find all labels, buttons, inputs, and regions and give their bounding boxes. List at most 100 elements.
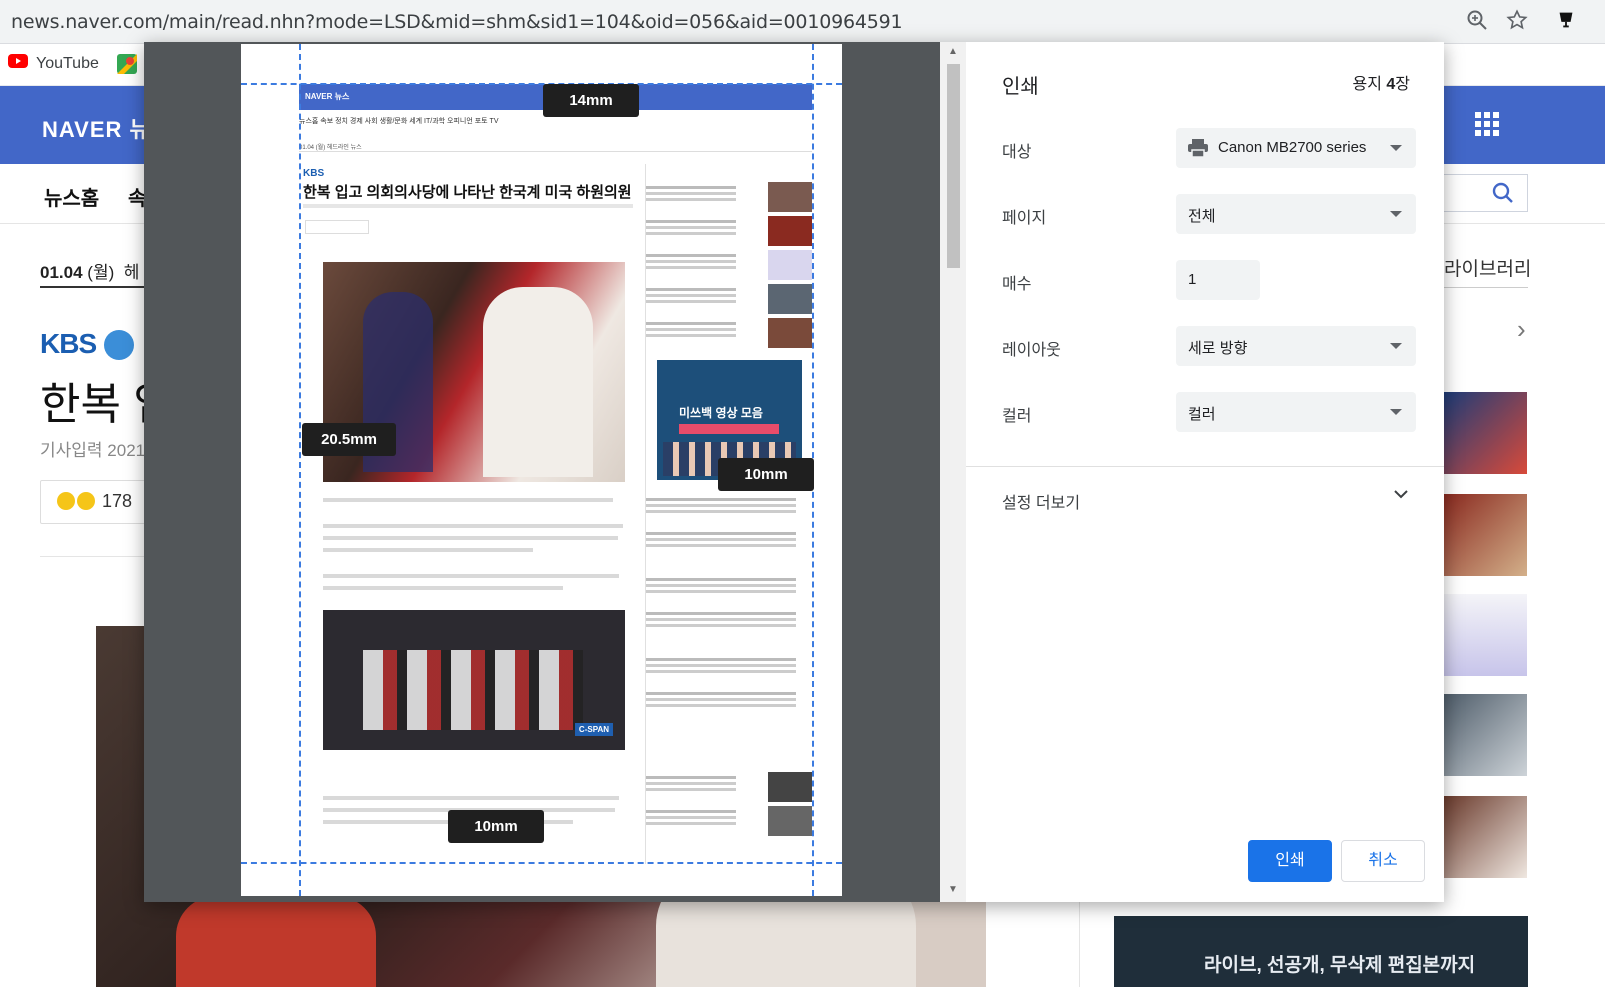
headline-date: 01.04 (월) 헤 (40, 258, 139, 283)
print-dialog: NAVER 뉴스 뉴스홈 속보 정치 경제 사회 생활/문화 세계 IT/과학 … (144, 42, 1444, 902)
pages-label: 페이지 (1002, 210, 1047, 227)
divider (40, 556, 146, 557)
banner-text: 라이브, 선공개, 무삭제 편집본까지 (1204, 955, 1476, 976)
layout-label: 레이아웃 (1002, 342, 1061, 359)
scroll-down-icon[interactable]: ▼ (948, 884, 958, 895)
scrollbar-thumb[interactable] (947, 64, 960, 268)
mini-title: 한복 입고 의회의사당에 나타난 한국계 미국 하원의원 (303, 184, 632, 201)
search-input[interactable] (1440, 174, 1528, 212)
print-preview[interactable]: NAVER 뉴스 뉴스홈 속보 정치 경제 사회 생활/문화 세계 IT/과학 … (144, 42, 966, 902)
bookmark-maps[interactable] (117, 54, 137, 79)
more-settings-toggle[interactable]: 설정 더보기 (1002, 489, 1080, 513)
mini-reactions (305, 220, 369, 234)
naver-logo[interactable]: NAVER 뉴 (42, 112, 151, 144)
address-bar[interactable]: news.naver.com/main/read.nhn?mode=LSD&mi… (11, 11, 903, 33)
sheet-count: 용지 4장 (1352, 70, 1410, 94)
mini-text-line (323, 548, 533, 552)
grid-icon[interactable] (1475, 112, 1499, 136)
margin-guide-top[interactable] (241, 83, 842, 85)
mini-ranking-item (646, 318, 812, 348)
ranking-thumbnail[interactable] (1444, 392, 1527, 474)
bookmark-label: YouTube (36, 54, 99, 72)
layout-select[interactable]: 세로 방향 (1176, 326, 1416, 366)
mini-ranking-item (646, 250, 812, 280)
mini-list-item (646, 528, 812, 558)
mini-list-item (646, 574, 812, 604)
star-icon[interactable] (1504, 9, 1530, 35)
margin-right-label: 10mm (718, 458, 814, 491)
browser-toolbar: news.naver.com/main/read.nhn?mode=LSD&mi… (0, 0, 1605, 44)
date-underline (40, 286, 144, 288)
nav-home[interactable]: 뉴스홈 (44, 182, 99, 211)
mini-ranking-item (646, 284, 812, 314)
ranking-thumbnail[interactable] (1444, 594, 1527, 676)
chevron-down-icon (1390, 145, 1402, 151)
mini-banner-text: 미쓰백 영상 모음 (679, 406, 763, 420)
mini-ranking-item (646, 772, 812, 802)
margin-bottom-label: 10mm (448, 810, 544, 843)
chevron-right-icon[interactable]: › (1517, 314, 1526, 345)
reaction-button[interactable]: 178 (40, 480, 146, 524)
mini-list-item (646, 654, 812, 684)
margin-guide-bottom[interactable] (241, 862, 842, 864)
mini-text-line (323, 574, 619, 578)
mini-photo-2: C-SPAN (323, 610, 625, 750)
print-button[interactable]: 인쇄 (1248, 840, 1332, 882)
ranking-thumbnail[interactable] (1444, 796, 1527, 878)
mini-ranking-item (646, 806, 812, 836)
mini-ranking-item (646, 216, 812, 246)
mini-list-item (646, 688, 812, 718)
mini-logo: NAVER 뉴스 (305, 92, 350, 101)
printer-icon (1188, 139, 1208, 158)
press-logo[interactable]: KBS (40, 328, 97, 360)
mini-nav: 뉴스홈 속보 정치 경제 사회 생활/문화 세계 IT/과학 오피니언 포토 T… (299, 118, 499, 125)
margin-top-label: 14mm (543, 84, 639, 117)
copies-label: 매수 (1002, 276, 1032, 293)
date-day: (월) (87, 263, 115, 282)
pages-select[interactable]: 전체 (1176, 194, 1416, 234)
press-logo-mark (104, 330, 134, 360)
chevron-down-icon[interactable] (1394, 486, 1408, 504)
layout-value: 세로 방향 (1188, 340, 1248, 357)
mini-ranking-item (646, 182, 812, 212)
library-link[interactable]: 라이브러리 (1444, 254, 1531, 281)
mini-sidebar (646, 164, 812, 864)
settings-divider (966, 466, 1444, 467)
chevron-down-icon (1390, 211, 1402, 217)
sheet-count-prefix: 용지 (1352, 76, 1387, 93)
ranking-thumbnail[interactable] (1444, 494, 1527, 576)
mini-press: KBS (303, 168, 325, 179)
copies-input[interactable]: 1 (1176, 260, 1260, 300)
color-label: 컬러 (1002, 408, 1032, 425)
cancel-button[interactable]: 취소 (1341, 840, 1425, 882)
color-select[interactable]: 컬러 (1176, 392, 1416, 432)
preview-scrollbar[interactable]: ▲ ▼ (940, 42, 966, 902)
destination-select[interactable]: Canon MB2700 series (1176, 128, 1416, 168)
mini-text-line (323, 524, 623, 528)
mini-subheader: 01.04 (월) 헤드라인 뉴스 (299, 142, 812, 152)
destination-value: Canon MB2700 series (1218, 139, 1367, 156)
article-date: 기사입력 2021 (40, 441, 146, 460)
mini-text-line (323, 536, 618, 540)
destination-label: 대상 (1002, 144, 1032, 161)
mini-text-line (323, 796, 619, 800)
sheet-count-suffix: 장 (1395, 76, 1410, 93)
search-icon[interactable] (1492, 182, 1514, 210)
margin-left-label: 20.5mm (302, 423, 396, 456)
sheet-count-value: 4 (1386, 76, 1396, 93)
promo-banner[interactable]: 라이브, 선공개, 무삭제 편집본까지 (1114, 916, 1528, 987)
ranking-thumbnail[interactable] (1444, 694, 1527, 776)
dialog-title: 인쇄 (1002, 76, 1039, 98)
date-suffix: 헤 (123, 263, 140, 282)
margin-guide-left[interactable] (299, 44, 301, 896)
chevron-down-icon (1390, 409, 1402, 415)
zoom-icon[interactable] (1464, 9, 1490, 35)
scroll-up-icon[interactable]: ▲ (948, 46, 958, 57)
youtube-icon (8, 54, 28, 73)
bookmark-youtube[interactable]: YouTube (8, 54, 99, 73)
mini-list-item (646, 494, 812, 524)
mini-text-line (323, 498, 613, 502)
print-settings: 인쇄 용지 4장 대상 Canon MB2700 series 페이지 전체 매… (966, 42, 1444, 902)
extension-icon[interactable] (1553, 9, 1579, 35)
pages-value: 전체 (1188, 208, 1216, 225)
